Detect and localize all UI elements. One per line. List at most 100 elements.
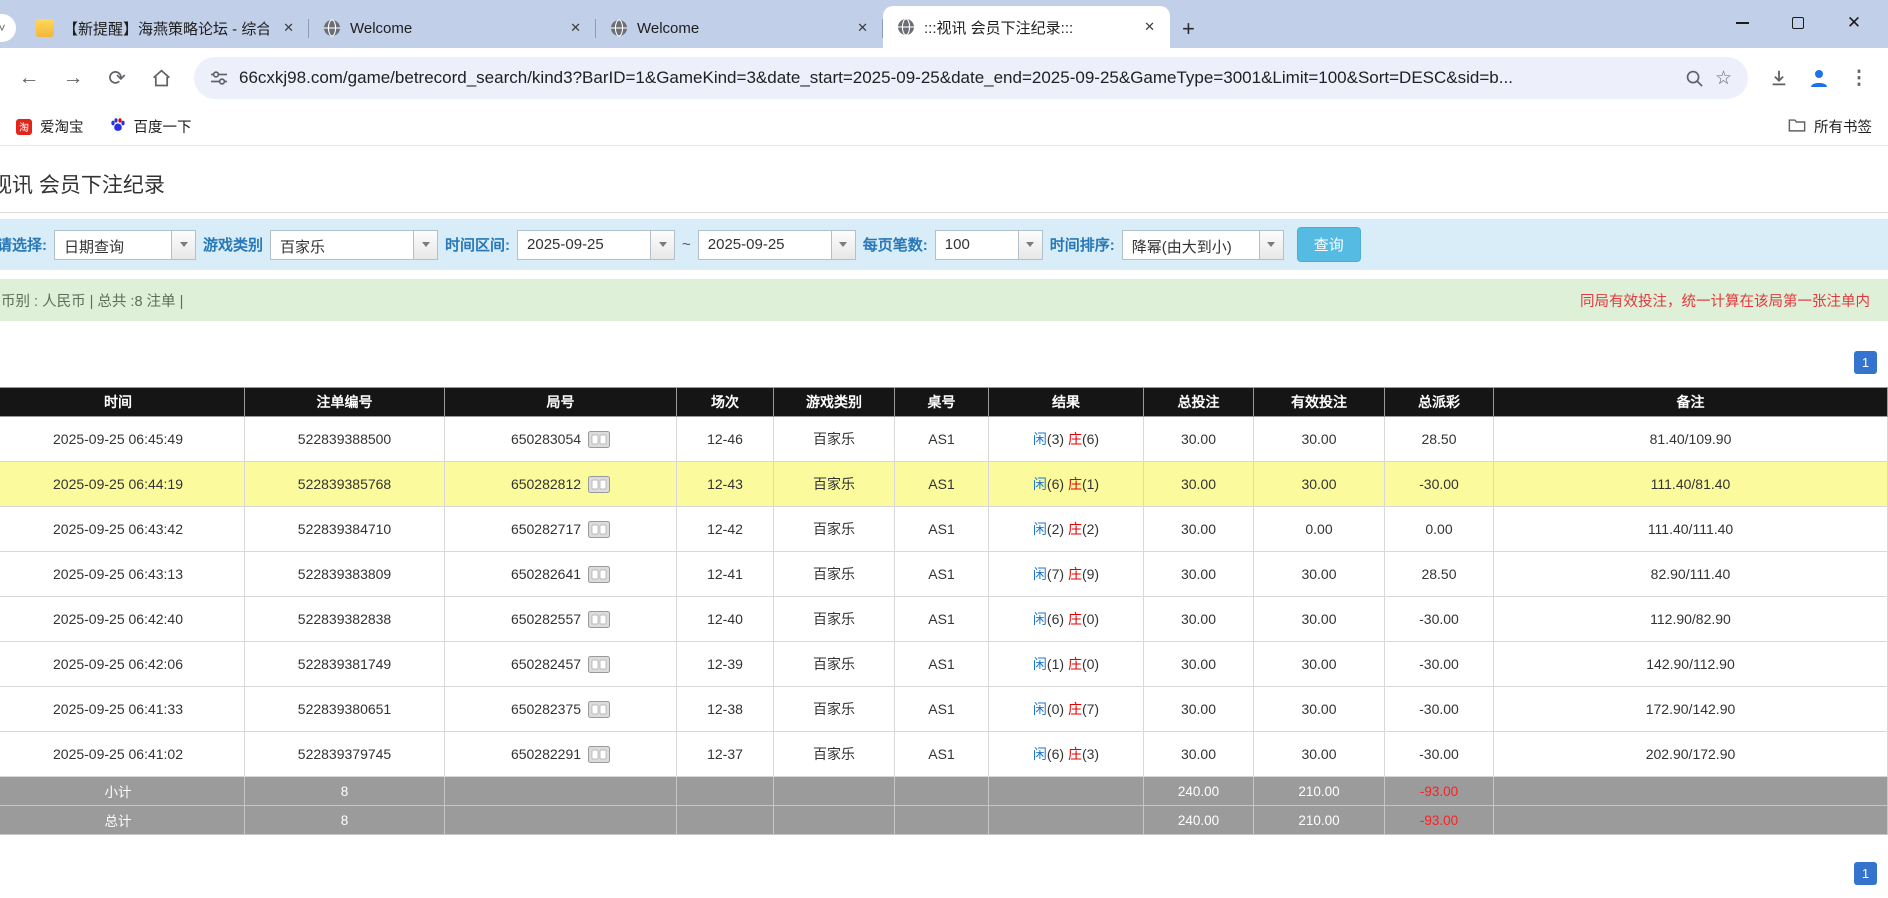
cell-total-bet[interactable]: 30.00 — [1144, 462, 1254, 507]
profile-avatar-icon[interactable] — [1802, 61, 1836, 95]
view-cards-icon[interactable] — [588, 476, 610, 493]
view-cards-icon[interactable] — [588, 611, 610, 628]
cell-bet-id: 522839382838 — [245, 597, 445, 642]
round-number: 650282457 — [511, 656, 581, 672]
tab-close-icon[interactable]: ✕ — [1139, 17, 1160, 37]
summary-label: 总计 — [0, 806, 245, 835]
query-type-select[interactable]: 日期查询 — [54, 230, 196, 260]
tab-welcome-2[interactable]: Welcome ✕ — [596, 8, 883, 48]
chevron-down-icon[interactable] — [171, 231, 195, 259]
cell-time: 2025-09-25 06:41:33 — [0, 687, 245, 732]
page-size-select[interactable]: 100 — [935, 230, 1043, 260]
cell-payout: 0.00 — [1385, 507, 1494, 552]
cell-total-bet[interactable]: 30.00 — [1144, 642, 1254, 687]
tab-bet-records-active[interactable]: :::视讯 会员下注纪录::: ✕ — [883, 6, 1170, 48]
bookmark-taobao[interactable]: 淘 爱淘宝 — [16, 116, 84, 137]
back-icon[interactable]: ← — [10, 59, 48, 97]
globe-icon — [897, 18, 915, 36]
chevron-down-icon[interactable] — [650, 231, 674, 259]
new-tab-button[interactable]: + — [1182, 18, 1195, 40]
cell-total-bet[interactable]: 30.00 — [1144, 732, 1254, 777]
zoom-icon[interactable] — [1685, 69, 1704, 88]
result-banker-label: 庄 — [1068, 746, 1082, 762]
tab-strip-chevron-icon[interactable]: ˅ — [0, 14, 16, 42]
cell-total-bet[interactable]: 30.00 — [1144, 507, 1254, 552]
download-icon[interactable] — [1762, 61, 1796, 95]
reload-icon[interactable]: ⟳ — [98, 59, 136, 97]
site-settings-icon[interactable] — [210, 69, 228, 87]
cell-total-bet[interactable]: 30.00 — [1144, 417, 1254, 462]
search-button[interactable]: 查询 — [1297, 227, 1361, 262]
sort-select[interactable]: 降幂(由大到小) — [1122, 230, 1284, 260]
cell-total-bet[interactable]: 30.00 — [1144, 597, 1254, 642]
round-number: 650282375 — [511, 701, 581, 717]
page-content: 视讯 会员下注纪录 请选择: 日期查询 游戏类别 百家乐 时间区间: 2025-… — [0, 169, 1888, 885]
cell-table: AS1 — [895, 417, 989, 462]
forward-icon[interactable]: → — [54, 59, 92, 97]
view-cards-icon[interactable] — [588, 746, 610, 763]
close-button[interactable]: ✕ — [1826, 0, 1882, 46]
cell-total-bet[interactable]: 30.00 — [1144, 687, 1254, 732]
bookmark-star-icon[interactable]: ☆ — [1715, 67, 1732, 90]
page-title: 视讯 会员下注纪录 — [0, 169, 1888, 199]
result-banker-label: 庄 — [1068, 656, 1082, 672]
cell-payout: -30.00 — [1385, 597, 1494, 642]
view-cards-icon[interactable] — [588, 521, 610, 538]
header-round: 局号 — [445, 388, 677, 417]
restore-button[interactable] — [1770, 0, 1826, 46]
cell-game: 百家乐 — [774, 507, 895, 552]
result-player-num: (0) — [1047, 701, 1064, 717]
tab-welcome-1[interactable]: Welcome ✕ — [309, 8, 596, 48]
tab-close-icon[interactable]: ✕ — [852, 18, 873, 38]
bookmark-baidu[interactable]: 百度一下 — [110, 116, 192, 137]
cell-session: 12-38 — [677, 687, 774, 732]
page-1-button[interactable]: 1 — [1854, 862, 1877, 885]
page-1-button[interactable]: 1 — [1854, 351, 1877, 374]
view-cards-icon[interactable] — [588, 701, 610, 718]
tab-close-icon[interactable]: ✕ — [565, 18, 586, 38]
result-banker-label: 庄 — [1068, 566, 1082, 582]
valid-bet-notice: 同局有效投注，统一计算在该局第一张注单内 — [1580, 290, 1876, 311]
cell-payout: -30.00 — [1385, 642, 1494, 687]
date-end-select[interactable]: 2025-09-25 — [698, 230, 856, 260]
header-session: 场次 — [677, 388, 774, 417]
home-icon[interactable] — [142, 59, 180, 97]
cell-remark: 172.90/142.90 — [1494, 687, 1888, 732]
cell-valid-bet: 30.00 — [1254, 642, 1385, 687]
view-cards-icon[interactable] — [588, 431, 610, 448]
menu-dots-icon[interactable]: ⋮ — [1842, 61, 1876, 95]
table-row: 2025-09-25 06:43:42 522839384710 6502827… — [0, 507, 1888, 552]
cell-time: 2025-09-25 06:43:13 — [0, 552, 245, 597]
cell-table: AS1 — [895, 732, 989, 777]
view-cards-icon[interactable] — [588, 566, 610, 583]
cell-bet-id: 522839385768 — [245, 462, 445, 507]
result-player-num: (7) — [1047, 566, 1064, 582]
tab-close-icon[interactable]: ✕ — [278, 18, 299, 38]
address-bar[interactable]: 66cxkj98.com/game/betrecord_search/kind3… — [194, 57, 1748, 99]
cell-total-bet[interactable]: 30.00 — [1144, 552, 1254, 597]
url-text[interactable]: 66cxkj98.com/game/betrecord_search/kind3… — [239, 68, 1674, 88]
result-player-label: 闲 — [1033, 476, 1047, 492]
cell-remark: 111.40/111.40 — [1494, 507, 1888, 552]
minimize-button[interactable] — [1714, 0, 1770, 46]
bookmarks-bar: 淘 爱淘宝 百度一下 所有书签 — [0, 108, 1888, 146]
chevron-down-icon[interactable] — [1259, 231, 1283, 259]
cell-session: 12-41 — [677, 552, 774, 597]
result-player-label: 闲 — [1033, 656, 1047, 672]
cell-valid-bet: 30.00 — [1254, 687, 1385, 732]
cell-bet-id: 522839381749 — [245, 642, 445, 687]
cell-result: 闲(3) 庄(6) — [989, 417, 1144, 462]
tab-haiyan-forum[interactable]: 【新提醒】海燕策略论坛 - 综合 ✕ — [22, 8, 309, 48]
chevron-down-icon[interactable] — [1018, 231, 1042, 259]
cell-remark: 81.40/109.90 — [1494, 417, 1888, 462]
chevron-down-icon[interactable] — [413, 231, 437, 259]
page-size-value: 100 — [936, 231, 1018, 259]
result-player-num: (3) — [1047, 431, 1064, 447]
game-type-select[interactable]: 百家乐 — [270, 230, 438, 260]
cell-valid-bet: 30.00 — [1254, 732, 1385, 777]
result-player-num: (6) — [1047, 746, 1064, 762]
view-cards-icon[interactable] — [588, 656, 610, 673]
date-start-select[interactable]: 2025-09-25 — [517, 230, 675, 260]
chevron-down-icon[interactable] — [831, 231, 855, 259]
all-bookmarks[interactable]: 所有书签 — [1788, 116, 1872, 137]
